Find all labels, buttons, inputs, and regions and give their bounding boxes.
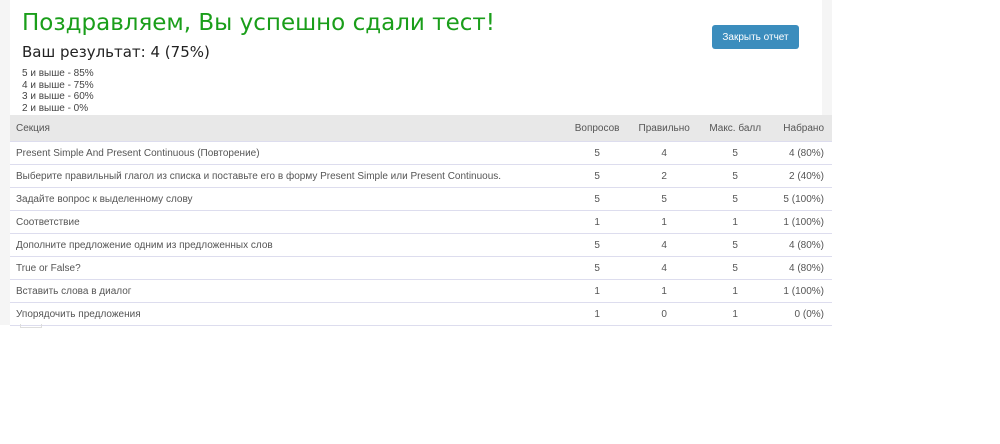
success-title: Поздравляем, Вы успешно сдали тест! xyxy=(22,10,495,36)
table-cell: 1 xyxy=(699,279,771,303)
table-cell: 1 (100%) xyxy=(770,279,832,303)
results-table: Секция Вопросов Правильно Макс. балл Набрано… xyxy=(10,115,832,326)
table-cell: 4 xyxy=(628,256,700,280)
table-cell: Дополните предложение одним из предложен… xyxy=(10,233,566,257)
table-cell: 4 (80%) xyxy=(770,141,832,165)
table-cell: Выберите правильный глагол из списка и п… xyxy=(10,164,566,188)
table-cell: 4 (80%) xyxy=(770,256,832,280)
column-header: Секция xyxy=(10,115,566,142)
table-row: Соответствие 1 1 1 1 (100%) xyxy=(10,210,832,234)
table-cell: 5 xyxy=(565,256,629,280)
table-cell: 5 xyxy=(565,164,629,188)
table-cell: Present Simple And Present Continuous (П… xyxy=(10,141,566,165)
table-cell: 2 xyxy=(628,164,700,188)
table-cell: 5 xyxy=(699,187,771,211)
table-cell: Упорядочить предложения xyxy=(10,302,566,326)
table-cell: 5 (100%) xyxy=(770,187,832,211)
grade-item: 2 и выше - 0% xyxy=(22,102,89,114)
table-cell: 5 xyxy=(628,187,700,211)
table-cell: 5 xyxy=(699,141,771,165)
table-cell: 1 xyxy=(628,279,700,303)
grade-scale: 5 и выше - 85% 4 и выше - 75% 3 и выше -… xyxy=(22,68,94,114)
table-cell: 2 (40%) xyxy=(770,164,832,188)
table-cell: 0 xyxy=(628,302,700,326)
table-row: Вставить слова в диалог 1 1 1 1 (100%) xyxy=(10,279,832,303)
table-cell: 5 xyxy=(699,256,771,280)
table-cell: 5 xyxy=(565,187,629,211)
page-background-left xyxy=(0,0,10,325)
table-cell: Вставить слова в диалог xyxy=(10,279,566,303)
table-cell: 5 xyxy=(565,233,629,257)
table-cell: 5 xyxy=(565,141,629,165)
table-cell: 1 xyxy=(565,210,629,234)
table-cell: 4 xyxy=(628,233,700,257)
table-cell: 5 xyxy=(699,164,771,188)
table-row: Present Simple And Present Continuous (П… xyxy=(10,141,832,165)
column-header: Вопросов xyxy=(565,115,629,142)
table-row: Задайте вопрос к выделенному слову 5 5 5 5 (… xyxy=(10,187,832,211)
table-footer-stub xyxy=(20,324,42,328)
result-score: Ваш результат: 4 (75%) xyxy=(22,43,210,61)
table-cell: 4 (80%) xyxy=(770,233,832,257)
table-row: True or False? 5 4 5 4 (80%) xyxy=(10,256,832,280)
close-report-button[interactable]: Закрыть отчет xyxy=(712,25,799,49)
table-cell: True or False? xyxy=(10,256,566,280)
column-header: Макс. балл xyxy=(699,115,771,142)
grade-item: 3 и выше - 60% xyxy=(22,91,94,102)
grade-item: 4 и выше - 75% xyxy=(22,79,94,91)
table-cell: 1 xyxy=(699,302,771,326)
table-cell: Задайте вопрос к выделенному слову xyxy=(10,187,566,211)
table-cell: Соответствие xyxy=(10,210,566,234)
table-cell: 1 xyxy=(565,279,629,303)
table-row: Выберите правильный глагол из списка и п… xyxy=(10,164,832,188)
page-background-right xyxy=(822,0,832,115)
column-header: Правильно xyxy=(628,115,700,142)
table-row: Упорядочить предложения 1 0 1 0 (0%) xyxy=(10,302,832,326)
table-cell: 1 (100%) xyxy=(770,210,832,234)
table-cell: 5 xyxy=(699,233,771,257)
table-cell: 1 xyxy=(699,210,771,234)
table-cell: 0 (0%) xyxy=(770,302,832,326)
column-header: Набрано xyxy=(770,115,832,142)
table-cell: 4 xyxy=(628,141,700,165)
grade-item: 5 и выше - 85% xyxy=(22,68,94,79)
table-cell: 1 xyxy=(628,210,700,234)
table-row: Дополните предложение одним из предложен… xyxy=(10,233,832,257)
table-cell: 1 xyxy=(565,302,629,326)
